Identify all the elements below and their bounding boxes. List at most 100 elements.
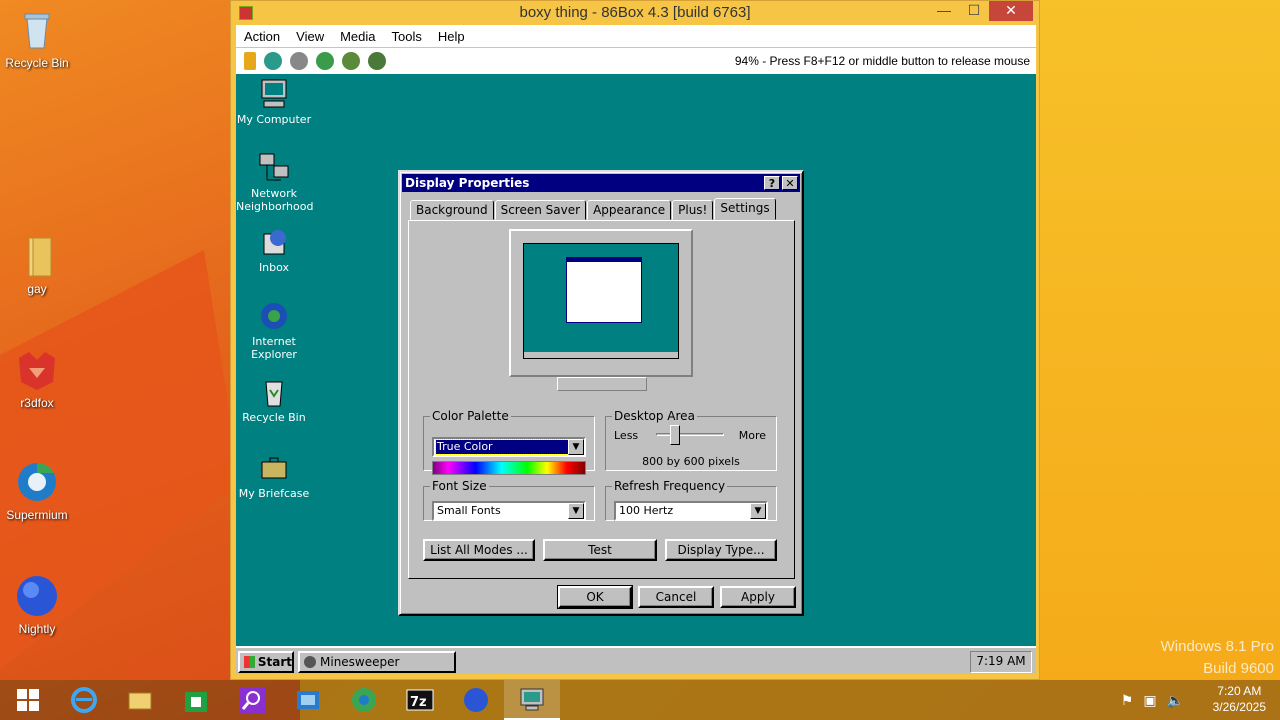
7zip-icon[interactable]: 7z [392,680,448,720]
emulator-screen[interactable]: My Computer Network Neighborhood Inbox I… [236,74,1036,674]
tab-plus[interactable]: Plus! [672,200,714,220]
monitor-preview [509,229,693,377]
host-taskbar: 7z ⚑ ▣ 🔈 7:20 AM 3/26/2025 [0,680,1280,720]
pause-icon[interactable] [244,52,256,70]
status-text: 94% - Press F8+F12 or middle button to r… [734,54,1030,68]
task-label: Minesweeper [320,655,400,669]
cancel-button[interactable]: Cancel [638,586,714,608]
settings-panel: Color Palette True Color ▼ Desktop Area … [408,220,795,579]
icon-label: gay [27,282,47,296]
test-button[interactable]: Test [543,539,657,561]
preview-window [566,257,642,323]
recycle-bin-icon [258,376,290,408]
host-icon-recycle-bin[interactable]: Recycle Bin [0,8,74,70]
color-palette-dropdown[interactable]: True Color ▼ [432,437,586,457]
guest-icon-network[interactable]: Network Neighborhood [236,152,314,213]
icon-label: Recycle Bin [242,411,306,424]
color-spectrum-bar [432,461,586,475]
desktop-area-slider-track[interactable] [656,433,724,436]
font-size-group: Font Size Small Fonts ▼ [423,479,595,521]
watermark-line: Windows 8.1 Pro [1160,638,1274,655]
minimize-button[interactable]: — [929,1,959,21]
settings-icon[interactable] [368,52,386,70]
guest-icon-inbox[interactable]: Inbox [236,226,312,274]
supermium-icon[interactable] [336,680,392,720]
desktop-area-slider-thumb[interactable] [670,425,680,445]
start-button[interactable]: Start [238,651,294,673]
close-button[interactable]: ✕ [989,1,1033,21]
ok-button[interactable]: OK [557,585,633,609]
host-icon-supermium[interactable]: Supermium [0,460,74,522]
slider-less-label: Less [614,429,639,442]
tab-strip: Background Screen Saver Appearance Plus!… [410,198,777,220]
explorer-icon[interactable] [112,680,168,720]
tab-appearance[interactable]: Appearance [587,200,672,220]
folder-icon [15,234,59,278]
store-icon[interactable] [168,680,224,720]
reset-icon[interactable] [264,52,282,70]
monitor-stand [557,377,647,391]
apply-button[interactable]: Apply [720,586,796,608]
icon-label: Network Neighborhood [236,187,314,213]
clock-date: 3/26/2025 [1212,700,1266,714]
taskbar-item-minesweeper[interactable]: Minesweeper [298,651,456,673]
list-all-modes-button[interactable]: List All Modes ... [423,539,535,561]
ie-icon[interactable] [56,680,112,720]
os-watermark: Windows 8.1 Pro Build 9600 [1161,636,1274,680]
volume-icon[interactable]: 🔈 [1167,692,1184,709]
menu-tools[interactable]: Tools [384,29,430,44]
control-panel-icon[interactable] [280,680,336,720]
host-icon-r3dfox[interactable]: r3dfox [0,348,74,410]
guest-icon-my-briefcase[interactable]: My Briefcase [236,452,312,500]
refresh-frequency-dropdown[interactable]: 100 Hertz ▼ [614,501,768,521]
ctrl-alt-del-icon[interactable] [316,52,334,70]
icon-label: Supermium [6,508,68,522]
guest-taskbar: Start Minesweeper 7:19 AM [236,646,1036,674]
color-palette-group: Color Palette True Color ▼ [423,409,595,475]
guest-icon-internet-explorer[interactable]: Internet Explorer [236,300,312,361]
ctrl-alt-esc-icon[interactable] [342,52,360,70]
icon-label: Internet Explorer [251,335,297,361]
dialog-titlebar[interactable]: Display Properties ? ✕ [402,174,800,192]
menu-bar: Action View Media Tools Help [236,25,1036,47]
window-titlebar[interactable]: boxy thing - 86Box 4.3 [build 6763] — ☐ … [231,1,1039,25]
power-icon[interactable] [290,52,308,70]
chevron-down-icon[interactable]: ▼ [750,503,766,519]
icon-label: My Briefcase [238,487,310,500]
menu-help[interactable]: Help [430,29,473,44]
host-clock[interactable]: 7:20 AM 3/26/2025 [1213,683,1266,715]
start-label: Start [257,655,292,669]
host-icon-nightly[interactable]: Nightly [0,574,74,636]
host-icon-folder[interactable]: gay [0,234,74,296]
icon-label: Inbox [258,261,290,274]
network-icon[interactable]: ▣ [1143,692,1156,709]
guest-icon-my-computer[interactable]: My Computer [236,78,312,126]
maximize-button[interactable]: ☐ [959,1,989,21]
guest-icon-recycle-bin[interactable]: Recycle Bin [236,376,312,424]
display-properties-dialog: Display Properties ? ✕ Background Screen… [398,170,804,616]
menu-action[interactable]: Action [236,29,288,44]
nightly-icon[interactable] [448,680,504,720]
chevron-down-icon[interactable]: ▼ [568,503,584,519]
inbox-icon [258,226,290,258]
desktop-area-group: Desktop Area Less More 800 by 600 pixels [605,409,777,471]
flag-icon[interactable]: ⚑ [1121,692,1134,709]
menu-view[interactable]: View [288,29,332,44]
tab-screen-saver[interactable]: Screen Saver [494,200,587,220]
dialog-close-button[interactable]: ✕ [782,176,798,190]
help-button[interactable]: ? [764,176,780,190]
86box-icon[interactable] [504,680,560,720]
86box-app-icon [239,6,253,20]
search-icon[interactable] [224,680,280,720]
display-type-button[interactable]: Display Type... [665,539,777,561]
font-size-dropdown[interactable]: Small Fonts ▼ [432,501,586,521]
chevron-down-icon[interactable]: ▼ [568,439,584,455]
dropdown-value: Small Fonts [437,504,501,517]
start-icon[interactable] [0,680,56,720]
menu-media[interactable]: Media [332,29,383,44]
tab-background[interactable]: Background [410,200,494,220]
minesweeper-icon [304,656,316,668]
tab-settings[interactable]: Settings [714,198,776,220]
nightly-icon [15,574,59,618]
slider-more-label: More [738,429,766,442]
